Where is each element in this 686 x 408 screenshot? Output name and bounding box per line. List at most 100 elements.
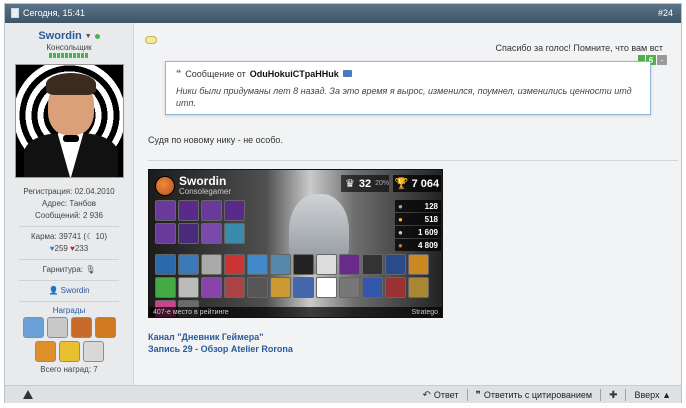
game-icon[interactable] bbox=[155, 254, 176, 275]
card-username: Swordin bbox=[179, 174, 227, 188]
game-icon[interactable] bbox=[339, 254, 360, 275]
scroll-up-label[interactable]: Вверх ▲ bbox=[634, 390, 671, 400]
bronze-count: ● 4 809 bbox=[395, 239, 441, 251]
game-icon[interactable] bbox=[201, 200, 222, 221]
divider bbox=[19, 259, 119, 260]
bronze-value: 4 809 bbox=[417, 240, 438, 250]
multi-quote-button[interactable]: ✚ bbox=[609, 390, 617, 401]
reply-label[interactable]: Ответ bbox=[434, 390, 459, 400]
post-number-link[interactable]: #24 bbox=[658, 8, 673, 18]
game-icon[interactable] bbox=[155, 200, 176, 221]
game-icon[interactable] bbox=[201, 254, 222, 275]
game-icon[interactable] bbox=[385, 254, 406, 275]
channel-link[interactable]: Канал "Дневник Геймера" bbox=[148, 331, 293, 343]
post-actions: ↶ Ответ ❞ Ответить с цитированием ✚ Вверх … bbox=[422, 389, 671, 401]
game-icon[interactable] bbox=[178, 200, 199, 221]
avatar[interactable] bbox=[14, 64, 124, 178]
quote-icon: ❝ bbox=[176, 68, 182, 78]
game-icon[interactable] bbox=[201, 277, 222, 298]
game-icon[interactable] bbox=[224, 277, 245, 298]
awards-grid bbox=[19, 317, 119, 362]
entry-link[interactable]: Запись 29 - Обзор Atelier Rorona bbox=[148, 343, 293, 355]
gamer-card[interactable]: Swordin Consolegamer ♛ 32 20% 🏆 7 064 ● 128 … bbox=[148, 169, 443, 318]
thanks-message: Спасибо за голос! Помните, что вам вст bbox=[495, 43, 663, 53]
quote-header: ❝ Сообщение от OduHokuiCTpaHHuk bbox=[176, 68, 352, 79]
quote-block: ❝ Сообщение от OduHokuiCTpaHHuk Ники был… bbox=[165, 61, 651, 115]
site-link-text[interactable]: Swordin bbox=[61, 286, 90, 295]
chevron-down-icon[interactable]: ▼ bbox=[85, 33, 92, 40]
likes: ♥259 ♥233 bbox=[5, 243, 133, 255]
quote-reply-label[interactable]: Ответить с цитированием bbox=[484, 390, 592, 400]
game-icon[interactable] bbox=[201, 223, 222, 244]
multi-quote-icon: ✚ bbox=[609, 389, 618, 401]
award-badge[interactable] bbox=[22, 317, 44, 338]
level-icon: ♛ bbox=[345, 178, 355, 190]
username[interactable]: Swordin ▼ bbox=[5, 30, 133, 42]
game-icon[interactable] bbox=[155, 277, 176, 298]
awards-title: Награды bbox=[52, 306, 86, 315]
reputation-bar bbox=[49, 53, 89, 58]
quote-author[interactable]: OduHokuiCTpaHHuk bbox=[250, 69, 339, 79]
silver-value: 1 609 bbox=[417, 227, 438, 237]
message-count: Сообщений: 2 936 bbox=[34, 211, 104, 220]
card-rank: 407-е место в рейтинге bbox=[153, 309, 229, 316]
game-icon[interactable] bbox=[293, 254, 314, 275]
award-badge[interactable] bbox=[34, 341, 56, 362]
username-text[interactable]: Swordin bbox=[38, 30, 81, 42]
quote-reply-button[interactable]: ❞ Ответить с цитированием bbox=[476, 390, 593, 401]
divider bbox=[600, 389, 602, 401]
bronze-trophy-icon: ● bbox=[398, 240, 403, 250]
award-badge[interactable] bbox=[82, 341, 104, 362]
game-icon[interactable] bbox=[316, 254, 337, 275]
scroll-up-button[interactable]: Вверх ▲ bbox=[634, 390, 671, 400]
avatar-hair bbox=[45, 73, 96, 95]
card-level: ♛ 32 20% bbox=[341, 175, 389, 192]
game-icon[interactable] bbox=[247, 277, 268, 298]
user-info-column: Swordin ▼ Консольщик Регистрация: 02.04.… bbox=[5, 23, 134, 385]
post-header: Сегодня, 15:41 #24 bbox=[5, 4, 681, 23]
likes-blue: 259 bbox=[54, 244, 68, 253]
game-icon[interactable] bbox=[178, 277, 199, 298]
moon-icon: ☾ bbox=[86, 232, 94, 241]
view-post-icon[interactable] bbox=[342, 70, 352, 77]
award-badge[interactable] bbox=[70, 317, 92, 338]
award-badge[interactable] bbox=[46, 317, 68, 338]
registration-date: Регистрация: 02.04.2010 bbox=[23, 187, 115, 196]
divider bbox=[466, 389, 468, 401]
game-icon[interactable] bbox=[178, 254, 199, 275]
reply-button[interactable]: ↶ Ответ bbox=[422, 390, 458, 401]
signature-links: Канал "Дневник Геймера" Запись 29 - Обзо… bbox=[148, 331, 293, 355]
game-icon[interactable] bbox=[362, 254, 383, 275]
minus-vote-button[interactable]: - bbox=[657, 55, 667, 65]
trophy-breakdown: ● 128 ● 518 ● 1 609 ● 4 809 bbox=[395, 200, 441, 252]
game-icon[interactable] bbox=[247, 254, 268, 275]
document-icon bbox=[11, 8, 19, 18]
user-address: Адрес: Танбов bbox=[41, 199, 97, 208]
game-icon[interactable] bbox=[408, 254, 429, 275]
game-icon[interactable] bbox=[178, 223, 199, 244]
karma: Карма: 39741 (☾ 10) bbox=[5, 231, 133, 243]
game-icon[interactable] bbox=[408, 277, 429, 298]
gold-count: ● 518 bbox=[395, 213, 441, 225]
game-icon[interactable] bbox=[362, 277, 383, 298]
game-icon[interactable] bbox=[339, 277, 360, 298]
game-icon[interactable] bbox=[385, 277, 406, 298]
game-icon[interactable] bbox=[270, 277, 291, 298]
game-icon[interactable] bbox=[224, 254, 245, 275]
report-icon[interactable] bbox=[23, 390, 33, 399]
post-content: Спасибо за голос! Помните, что вам вст 6… bbox=[140, 23, 681, 385]
game-icon[interactable] bbox=[270, 254, 291, 275]
award-badge[interactable] bbox=[94, 317, 116, 338]
signature-divider bbox=[148, 160, 678, 161]
site-link[interactable]: 👤 Swordin bbox=[5, 285, 133, 297]
game-icon[interactable] bbox=[224, 200, 245, 221]
level-value: 32 bbox=[358, 177, 372, 190]
user-icon: 👤 bbox=[48, 286, 59, 295]
game-icon[interactable] bbox=[293, 277, 314, 298]
quote-text: Ники были придуманы лет 8 назад. За это … bbox=[176, 86, 632, 108]
game-icon[interactable] bbox=[155, 223, 176, 244]
award-badge[interactable] bbox=[58, 341, 80, 362]
game-icon[interactable] bbox=[224, 223, 245, 244]
post-footer: ↶ Ответ ❞ Ответить с цитированием ✚ Вверх … bbox=[5, 385, 681, 403]
game-icon[interactable] bbox=[316, 277, 337, 298]
